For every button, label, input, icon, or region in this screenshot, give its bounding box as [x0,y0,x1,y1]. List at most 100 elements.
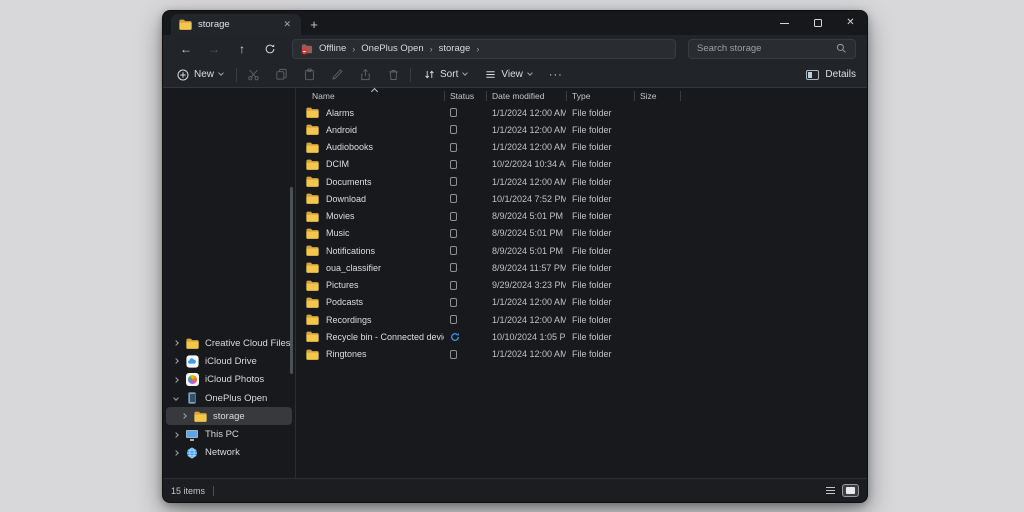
more-options-button[interactable]: ··· [549,69,563,81]
rename-icon[interactable] [331,68,344,81]
items-count: 15 items [171,486,205,496]
up-button[interactable]: ↑ [230,39,254,59]
sort-button[interactable]: Sort [421,69,470,80]
file-row[interactable]: Download10/1/2024 7:52 PMFile folder [296,190,867,207]
view-button-label: View [501,69,523,80]
file-row[interactable]: Documents1/1/2024 12:00 AMFile folder [296,173,867,190]
chevron-right-icon[interactable] [173,359,179,365]
folder-icon [306,331,319,342]
back-button[interactable]: ← [174,39,198,59]
file-type: File folder [566,315,634,325]
breadcrumb-chevron-icon[interactable]: › [352,44,355,54]
column-header-date-modified[interactable]: Date modified [486,88,566,104]
chevron-right-icon[interactable] [173,432,179,438]
new-button-label: New [194,69,214,80]
refresh-button[interactable] [258,39,282,59]
file-row[interactable]: Recordings1/1/2024 12:00 AMFile folder [296,311,867,328]
breadcrumb-chevron-icon[interactable]: › [476,44,479,54]
device-status-icon [450,263,457,272]
file-row[interactable]: Recycle bin - Connected device 10/10/2024… [296,328,867,345]
file-row[interactable]: Notifications8/9/2024 5:01 PMFile folder [296,242,867,259]
search-placeholder: Search storage [697,43,761,54]
sidebar-item-label: iCloud Drive [205,356,257,367]
file-date-modified: 10/10/2024 1:05 PM [486,332,566,342]
sidebar-item-this-pc[interactable]: This PC [166,425,292,443]
breadcrumb-item[interactable]: Offline [319,43,346,54]
chevron-down-icon[interactable] [173,395,179,401]
chevron-right-icon[interactable] [181,413,187,419]
breadcrumb-item[interactable]: storage [439,43,471,54]
explorer-tab[interactable]: storage ✕ [171,14,301,35]
chevron-right-icon[interactable] [173,340,179,346]
new-button[interactable]: New [174,69,226,81]
breadcrumb-chevron-icon[interactable]: › [430,44,433,54]
maximize-button[interactable] [801,11,834,35]
file-row[interactable]: Android1/1/2024 12:00 AMFile folder [296,121,867,138]
folder-icon [306,314,319,325]
tab-close-icon[interactable]: ✕ [280,19,294,30]
file-date-modified: 8/9/2024 5:01 PM [486,228,566,238]
sidebar-item-icloud-photos[interactable]: iCloud Photos [166,371,292,389]
file-row[interactable]: oua_classifier8/9/2024 11:57 PMFile fold… [296,259,867,276]
device-status-icon [450,350,457,359]
address-bar[interactable]: Offline › OnePlus Open › storage › [292,39,676,59]
file-type: File folder [566,125,634,135]
file-date-modified: 10/2/2024 10:34 AM [486,159,566,169]
forward-button[interactable]: → [202,39,226,59]
file-name: Alarms [326,108,354,118]
device-status-icon [450,160,457,169]
chevron-right-icon[interactable] [173,450,179,456]
folder-icon [306,124,319,135]
icloud-photos-icon [185,373,199,386]
file-row[interactable]: Movies8/9/2024 5:01 PMFile folder [296,208,867,225]
search-box[interactable]: Search storage [688,39,856,59]
close-button[interactable]: ✕ [834,11,867,35]
column-header-size[interactable]: Size [634,88,680,104]
file-row[interactable]: Pictures9/29/2024 3:23 PMFile folder [296,277,867,294]
file-type: File folder [566,228,634,238]
file-row[interactable]: Alarms1/1/2024 12:00 AMFile folder [296,104,867,121]
breadcrumb-item[interactable]: OnePlus Open [361,43,423,54]
chevron-right-icon[interactable] [173,377,179,383]
paste-icon[interactable] [303,68,316,81]
column-header-spacer [680,88,867,104]
file-name: Recycle bin - Connected device [326,332,444,342]
details-view-toggle[interactable] [822,484,839,497]
sidebar-item-network[interactable]: Network [166,444,292,462]
sidebar-item-storage[interactable]: storage [166,407,292,425]
view-button[interactable]: View [482,69,535,80]
file-row[interactable]: Audiobooks1/1/2024 12:00 AMFile folder [296,139,867,156]
file-row[interactable]: DCIM10/2/2024 10:34 AMFile folder [296,156,867,173]
file-row[interactable]: Music8/9/2024 5:01 PMFile folder [296,225,867,242]
folder-icon [306,280,319,291]
column-header-label: Status [450,91,474,101]
sidebar-item-label: storage [213,411,245,422]
sidebar-item-oneplus-open[interactable]: OnePlus Open [166,389,292,407]
sidebar-item-creative-cloud-files[interactable]: Creative Cloud Files [166,334,292,352]
network-icon [185,447,199,459]
sort-button-label: Sort [440,69,458,80]
minimize-button[interactable] [768,11,801,35]
delete-icon[interactable] [387,68,400,81]
file-name: DCIM [326,159,349,169]
command-bar: New [163,62,867,88]
copy-icon[interactable] [275,68,288,81]
thumbnail-view-toggle[interactable] [842,484,859,497]
sidebar-item-icloud-drive[interactable]: iCloud Drive [166,352,292,370]
column-header-label: Size [640,91,657,101]
share-icon[interactable] [359,68,372,81]
column-header-label: Name [312,91,335,101]
new-tab-button[interactable]: + [301,14,327,35]
folder-icon [306,159,319,170]
column-header-status[interactable]: Status [444,88,486,104]
details-pane-button[interactable]: Details [806,69,856,80]
folder-icon [306,245,319,256]
file-name: Android [326,125,357,135]
column-header-type[interactable]: Type [566,88,634,104]
file-explorer-window: storage ✕ + ✕ ← → ↑ Offline › OnePlus Open… [162,10,868,503]
cut-icon[interactable] [247,68,260,81]
file-row[interactable]: Ringtones1/1/2024 12:00 AMFile folder [296,346,867,363]
column-header-name[interactable]: Name [296,88,444,104]
device-status-icon [450,212,457,221]
file-row[interactable]: Podcasts1/1/2024 12:00 AMFile folder [296,294,867,311]
